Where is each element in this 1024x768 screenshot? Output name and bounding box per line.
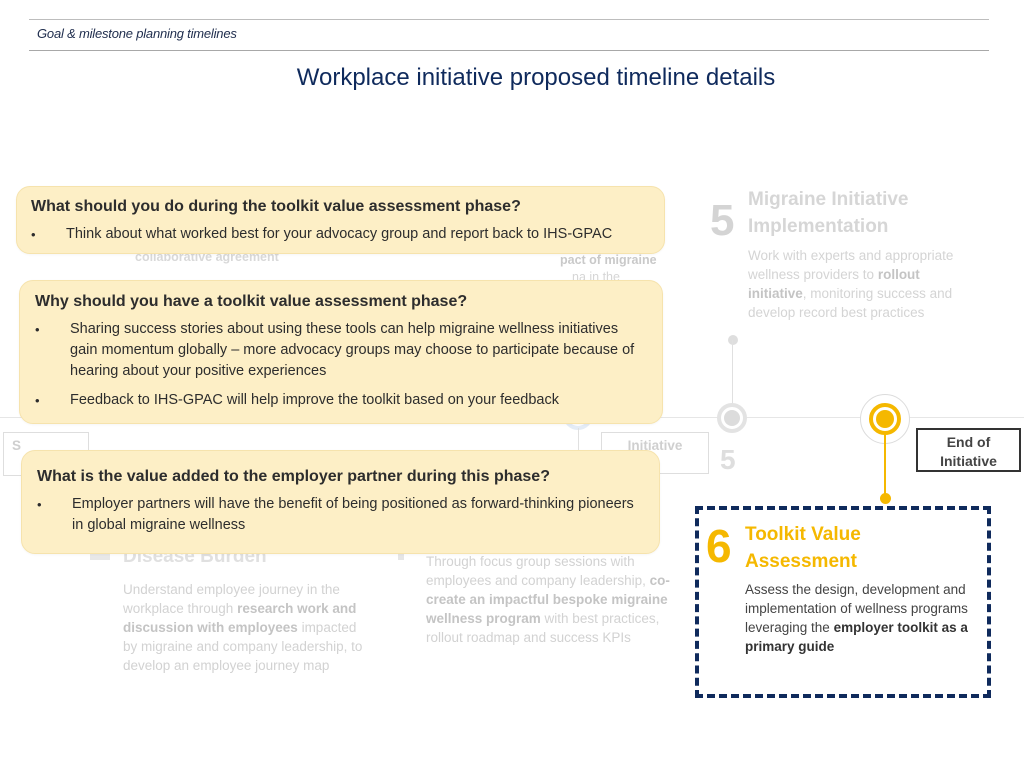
active-node-stem <box>884 432 886 496</box>
callout-bullets: Employer partners will have the benefit … <box>37 494 644 536</box>
callout-bullet: Employer partners will have the benefit … <box>37 494 644 536</box>
step-6-description: Assess the design, development and imple… <box>745 580 985 656</box>
callout-bullet: Think about what worked best for your ad… <box>31 224 650 245</box>
bg-step-5-stem <box>732 340 733 406</box>
callout-heading: Why should you have a toolkit value asse… <box>35 293 468 310</box>
bg-step-5-title: Migraine Initiative Implementation <box>748 186 908 240</box>
bg-step-2-description: Through focus group sessions with employ… <box>426 552 686 647</box>
callout-heading: What is the value added to the employer … <box>37 468 550 485</box>
step-6-card: 6 Toolkit Value Assessment Assess the de… <box>695 506 991 698</box>
step-6-number: 6 <box>706 520 732 572</box>
step-6-title-line1: Toolkit Value <box>745 524 861 545</box>
bg-start-box-label: S <box>12 438 22 453</box>
end-box-line1: End of <box>946 434 991 450</box>
bg-step-5-description: Work with experts and appropriate wellne… <box>748 246 978 322</box>
callout-what-to-do: What should you do during the toolkit va… <box>16 186 665 254</box>
bg-step-1-description: Understand employee journey in the workp… <box>123 580 368 675</box>
bg-step-5-number: 5 <box>710 196 735 245</box>
header-top-rule <box>29 19 989 20</box>
callout-bullet: Sharing success stories about using thes… <box>35 319 647 382</box>
step-6-title: Toolkit Value Assessment <box>745 521 861 575</box>
breadcrumb: Goal & milestone planning timelines <box>37 26 237 41</box>
bg-step-5-number-ghost: 5 <box>720 444 736 475</box>
callout-bullets: Think about what worked best for your ad… <box>31 224 650 245</box>
end-of-initiative-box: End of Initiative <box>916 428 1021 472</box>
timeline-node-6-active[interactable] <box>869 403 901 435</box>
end-box-line2: Initiative <box>940 453 997 469</box>
callout-bullets: Sharing success stories about using thes… <box>35 319 647 411</box>
callout-employer-value: What is the value added to the employer … <box>21 450 660 554</box>
desc-text: Work with experts and appropriate wellne… <box>748 248 954 282</box>
bg-step-5-title-line2: Implementation <box>748 216 889 237</box>
step-6-title-line2: Assessment <box>745 551 857 572</box>
callout-bullet: Feedback to IHS-GPAC will help improve t… <box>35 390 647 411</box>
bg-step-5-dot <box>728 335 738 345</box>
callout-why-assess: Why should you have a toolkit value asse… <box>19 280 663 424</box>
desc-text: Through focus group sessions with employ… <box>426 554 650 588</box>
callout-heading: What should you do during the toolkit va… <box>31 198 521 215</box>
active-node-dot <box>880 493 891 504</box>
bg-step-5-title-line1: Migraine Initiative <box>748 189 909 210</box>
page-title: Workplace initiative proposed timeline d… <box>296 64 776 91</box>
header-bottom-rule <box>29 50 989 51</box>
fragment-text: pact of migraine <box>560 253 657 267</box>
bg-fragment-right: pact of migraine <box>560 253 665 267</box>
bg-timeline-node-5 <box>717 403 747 433</box>
